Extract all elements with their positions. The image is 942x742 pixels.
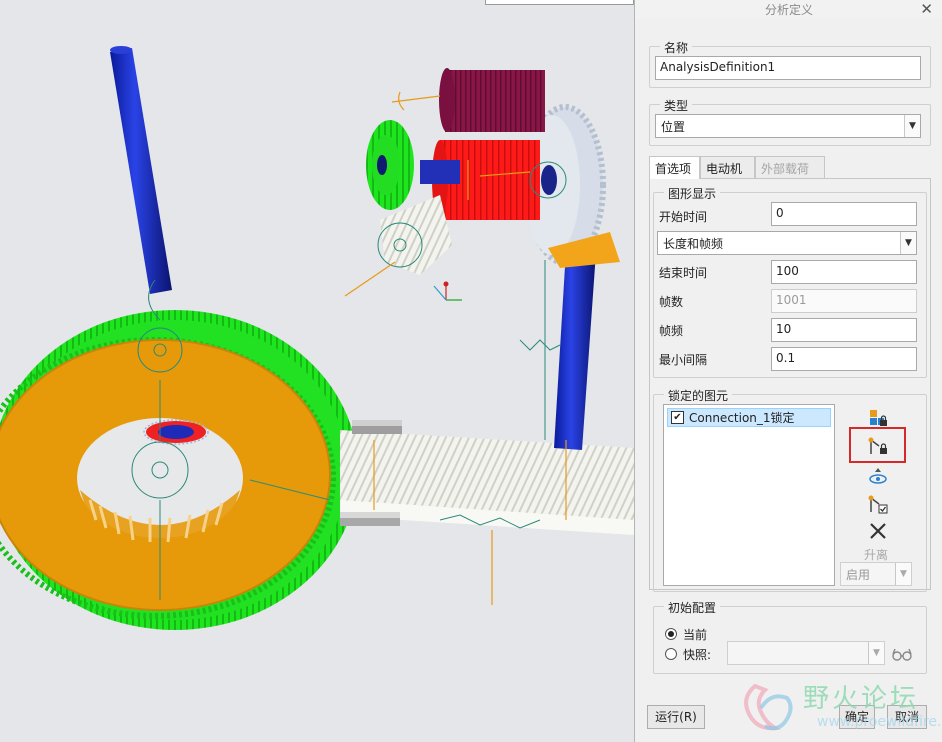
- chevron-down-icon: ▼: [895, 563, 911, 585]
- snapshot-dropdown: ▼: [727, 641, 885, 665]
- initial-config-legend: 初始配置: [664, 599, 721, 616]
- graph-display-legend: 图形显示: [664, 185, 721, 202]
- chevron-down-icon: ▼: [904, 115, 920, 137]
- current-radio[interactable]: [665, 628, 677, 640]
- end-time-label: 结束时间: [659, 266, 708, 280]
- connection-check-icon: [868, 495, 888, 514]
- lock-connection-button[interactable]: [865, 434, 891, 458]
- glasses-icon: [892, 648, 912, 661]
- check-connection-button[interactable]: [865, 492, 891, 516]
- name-input[interactable]: AnalysisDefinition1: [655, 56, 921, 80]
- body-lock-icon: [870, 410, 887, 426]
- view-entity-button[interactable]: [865, 464, 891, 488]
- tab-external-loads: 外部载荷: [755, 156, 825, 178]
- dialog-title: 分析定义: [764, 3, 813, 17]
- list-item-label: Connection_1锁定: [689, 411, 795, 425]
- enable-dropdown: 启用 ▼: [840, 562, 912, 586]
- tab-preferences[interactable]: 首选项: [649, 156, 700, 179]
- time-mode-dropdown[interactable]: 长度和帧频 ▼: [657, 231, 917, 255]
- run-button[interactable]: 运行(R): [647, 705, 705, 729]
- start-time-input[interactable]: 0: [771, 202, 917, 226]
- separate-label: 升离: [864, 548, 889, 562]
- delete-x-icon: [870, 523, 886, 539]
- start-time-label: 开始时间: [659, 210, 708, 224]
- ok-button[interactable]: 确定: [839, 705, 875, 729]
- chevron-down-icon: ▼: [900, 232, 916, 254]
- type-value: 位置: [661, 120, 686, 134]
- tab-motors[interactable]: 电动机: [700, 156, 755, 178]
- type-dropdown[interactable]: 位置 ▼: [655, 114, 921, 138]
- eye-icon: [869, 468, 887, 484]
- snapshot-label: 快照:: [683, 648, 712, 662]
- connection-lock-icon: [868, 437, 887, 454]
- remove-button[interactable]: [865, 519, 891, 543]
- list-item[interactable]: ✔ Connection_1锁定: [667, 408, 831, 427]
- enable-value: 启用: [846, 568, 871, 582]
- frames-label: 帧数: [659, 295, 684, 309]
- chevron-down-icon: ▼: [868, 642, 884, 664]
- snapshot-view-button: [889, 642, 915, 666]
- locked-entities-legend: 锁定的图元: [664, 387, 733, 404]
- dialog-titlebar: 分析定义 ✕: [635, 0, 942, 18]
- name-legend: 名称: [660, 39, 693, 56]
- frame-rate-input[interactable]: 10: [771, 318, 917, 342]
- close-icon[interactable]: ✕: [920, 0, 933, 18]
- cancel-button[interactable]: 取消: [887, 705, 927, 729]
- checkbox[interactable]: ✔: [671, 411, 684, 424]
- frame-rate-label: 帧频: [659, 324, 684, 338]
- type-legend: 类型: [660, 97, 693, 114]
- model-viewport[interactable]: [0, 0, 634, 742]
- current-label: 当前: [683, 628, 708, 642]
- time-mode-value: 长度和帧频: [663, 237, 724, 251]
- analysis-definition-dialog: 分析定义 ✕ 名称 AnalysisDefinition1 类型 位置 ▼ 首选…: [634, 0, 942, 742]
- min-interval-input[interactable]: 0.1: [771, 347, 917, 371]
- locked-entities-list[interactable]: ✔ Connection_1锁定: [663, 404, 835, 586]
- end-time-input[interactable]: 100: [771, 260, 917, 284]
- frames-input: 1001: [771, 289, 917, 313]
- min-interval-label: 最小间隔: [659, 353, 708, 367]
- snapshot-radio[interactable]: [665, 648, 677, 660]
- gear-assembly-render: [0, 46, 634, 630]
